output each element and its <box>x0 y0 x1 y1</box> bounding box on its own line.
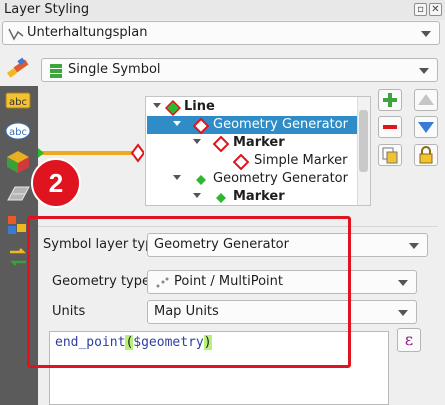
tree-row-marker[interactable]: Marker <box>147 188 359 206</box>
title-bar: Layer Styling ▫ ✕ <box>0 0 445 20</box>
tree-row-label: Marker <box>233 135 285 150</box>
move-up-button[interactable] <box>414 89 438 111</box>
step-badge: 2 <box>31 158 81 208</box>
red-diamond-icon <box>193 118 209 134</box>
diagrams-icon[interactable] <box>5 182 31 204</box>
lock-icon <box>419 146 433 164</box>
green-diamond-icon <box>216 193 226 203</box>
tree-row-label: Simple Marker <box>254 153 348 168</box>
green-diamond-icon <box>165 100 181 116</box>
highlight-frame <box>27 216 351 368</box>
single-symbol-icon <box>50 64 62 78</box>
close-button[interactable]: ✕ <box>429 3 442 16</box>
expand-arrow-icon[interactable] <box>173 175 181 180</box>
lock-layer-button[interactable] <box>414 144 438 166</box>
float-button[interactable]: ▫ <box>414 3 427 16</box>
tree-row-marker[interactable]: Marker <box>147 134 359 152</box>
expression-builder-button[interactable]: ε <box>397 328 421 352</box>
svg-text:abc: abc <box>9 97 27 108</box>
renderer-value: Single Symbol <box>68 62 161 77</box>
arrow-down-icon <box>418 122 434 133</box>
expand-arrow-icon[interactable] <box>173 121 181 126</box>
tree-row-label: Geometry Generator <box>213 171 348 186</box>
duplicate-icon <box>382 147 398 164</box>
expand-arrow-icon[interactable] <box>153 103 161 108</box>
renderer-select[interactable]: Single Symbol <box>41 58 438 82</box>
svg-text:abc: abc <box>9 127 27 138</box>
tree-row-line[interactable]: Line <box>147 98 359 116</box>
add-symbol-layer-button[interactable] <box>378 89 402 111</box>
chevron-down-icon <box>398 310 408 316</box>
tree-row-label: Marker <box>233 189 285 204</box>
chevron-down-icon <box>398 280 408 286</box>
expand-arrow-icon[interactable] <box>193 193 201 198</box>
masks-icon[interactable]: abc <box>5 120 31 142</box>
red-diamond-icon <box>213 136 229 152</box>
remove-symbol-layer-button[interactable] <box>378 116 402 138</box>
tree-row-label: Geometry Generator <box>213 117 348 132</box>
chevron-down-icon <box>421 31 431 37</box>
tree-scrollbar-thumb[interactable] <box>359 110 368 172</box>
tree-row-label: Line <box>184 99 215 114</box>
minus-icon <box>383 125 397 129</box>
paintbrush-icon[interactable] <box>6 56 32 78</box>
tree-row-geometry-generator[interactable]: Geometry Generator <box>147 170 359 188</box>
chevron-down-icon <box>419 68 429 74</box>
layer-name: Unterhaltungsplan <box>27 25 148 40</box>
move-down-button[interactable] <box>414 116 438 138</box>
3d-view-icon[interactable] <box>5 150 31 173</box>
red-diamond-icon <box>233 154 249 170</box>
green-diamond-icon <box>196 175 206 185</box>
duplicate-layer-button[interactable] <box>378 144 402 166</box>
labels-icon[interactable]: abc <box>5 90 31 112</box>
layer-select[interactable]: Unterhaltungsplan <box>2 21 440 45</box>
arrow-up-icon <box>418 94 434 105</box>
chevron-down-icon <box>409 243 419 249</box>
expand-arrow-icon[interactable] <box>193 139 201 144</box>
line-layer-icon <box>8 28 24 41</box>
window-title: Layer Styling <box>4 2 90 17</box>
tree-row-geometry-generator[interactable]: Geometry Generator <box>147 116 359 134</box>
plus-icon <box>383 93 397 107</box>
symbol-layer-tree[interactable]: Line Geometry Generator Marker Simple Ma… <box>145 96 371 206</box>
tree-row-simple-marker[interactable]: Simple Marker <box>147 152 359 170</box>
